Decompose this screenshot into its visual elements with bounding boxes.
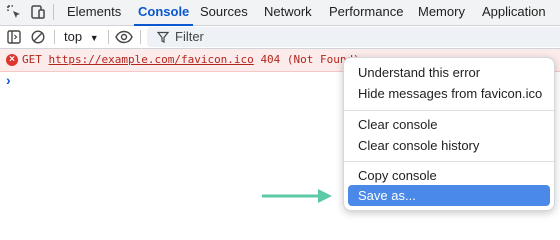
menu-item-understand-error[interactable]: Understand this error (348, 62, 550, 83)
error-icon: × (6, 54, 18, 66)
console-toolbar: top ▼ Filter (0, 26, 560, 49)
toolbar-divider (140, 30, 141, 44)
devtools-tab-bar: Elements Console Sources Network Perform… (0, 0, 560, 26)
menu-item-save-as[interactable]: Save as... (348, 185, 550, 206)
context-menu: Understand this error Hide messages from… (343, 57, 555, 211)
tab-performance[interactable]: Performance (329, 0, 403, 25)
device-toolbar-icon[interactable] (27, 2, 49, 22)
error-url-link[interactable]: https://example.com/favicon.ico (49, 53, 254, 66)
clear-console-icon[interactable] (28, 27, 48, 47)
tab-sources[interactable]: Sources (200, 0, 248, 25)
annotation-arrow-icon (262, 188, 334, 207)
toolbar-divider (54, 30, 55, 44)
toolbar-divider (108, 30, 109, 44)
tab-network[interactable]: Network (264, 0, 312, 25)
menu-separator (344, 110, 554, 111)
error-text: GET https://example.com/favicon.ico 404 … (22, 53, 360, 66)
menu-separator (344, 161, 554, 162)
filter-placeholder: Filter (175, 29, 204, 44)
menu-item-clear-history[interactable]: Clear console history (348, 135, 550, 156)
filter-funnel-icon (156, 31, 170, 46)
tab-divider (53, 4, 54, 20)
eye-icon[interactable] (114, 27, 134, 47)
menu-item-copy-console[interactable]: Copy console (348, 165, 550, 186)
menu-item-hide-messages[interactable]: Hide messages from favicon.ico (348, 83, 550, 104)
tab-console[interactable]: Console (133, 0, 194, 26)
console-prompt[interactable]: › (6, 72, 11, 88)
caret-down-icon: ▼ (89, 33, 99, 43)
sidebar-toggle-icon[interactable] (4, 27, 24, 47)
menu-item-clear-console[interactable]: Clear console (348, 114, 550, 135)
inspect-element-icon[interactable] (3, 2, 25, 22)
filter-input[interactable]: Filter (147, 27, 560, 47)
tab-memory[interactable]: Memory (418, 0, 465, 25)
tab-application[interactable]: Application (482, 0, 546, 25)
context-label: top (64, 29, 83, 44)
error-method: GET (22, 53, 42, 66)
tab-elements[interactable]: Elements (67, 0, 121, 25)
context-selector[interactable]: top ▼ (64, 28, 99, 46)
